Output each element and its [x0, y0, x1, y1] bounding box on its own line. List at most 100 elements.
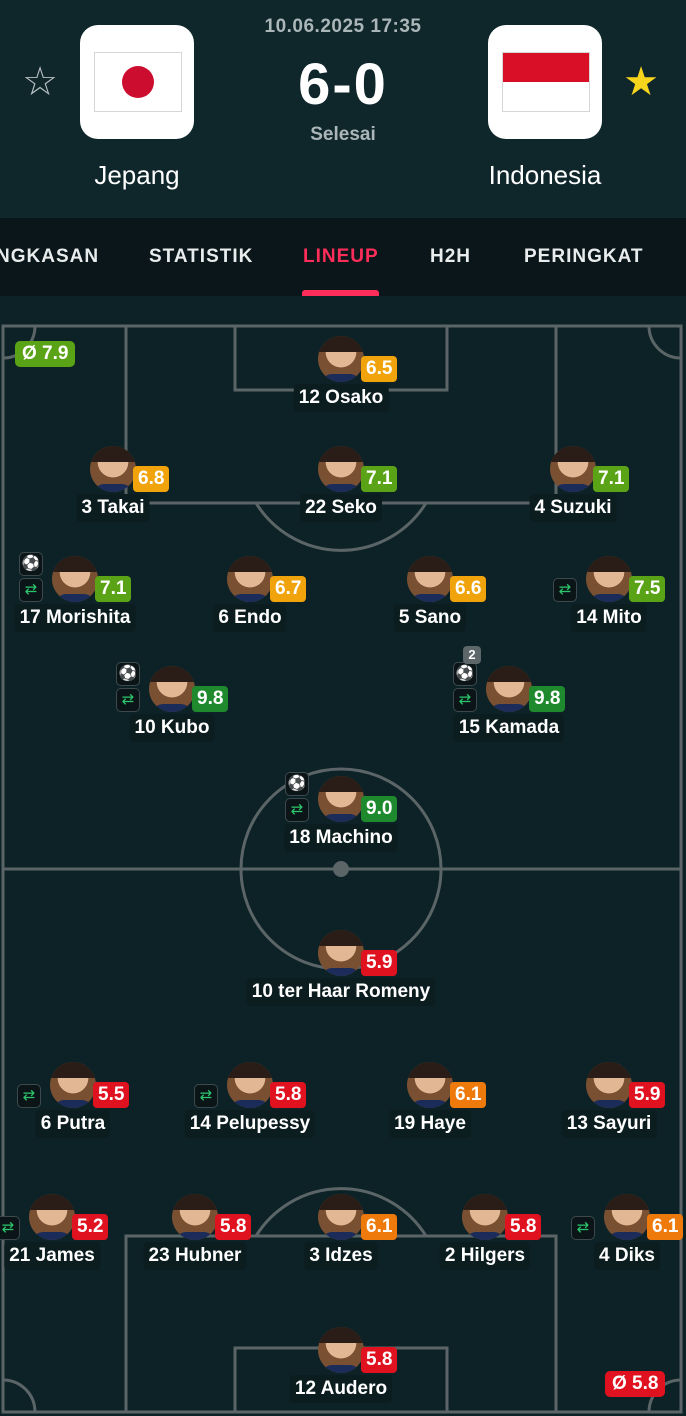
player-rating-badge: 6.1	[647, 1214, 684, 1240]
player-avatar[interactable]	[586, 1062, 632, 1108]
avatar-hair	[318, 1194, 364, 1210]
avatar-shirt	[176, 1232, 214, 1240]
player-avatar[interactable]	[29, 1194, 75, 1240]
player-name-label[interactable]: 13 Sayuri	[561, 1110, 657, 1138]
player-name-label[interactable]: 19 Haye	[389, 1110, 471, 1138]
avatar-hair	[586, 1062, 632, 1078]
player-avatar[interactable]	[462, 1194, 508, 1240]
player-name-label[interactable]: 23 Hubner	[143, 1242, 247, 1270]
player-avatar[interactable]	[318, 776, 364, 822]
team-name-home[interactable]: Jepang	[80, 158, 194, 192]
player-avatar[interactable]	[318, 1327, 364, 1373]
avatar-shirt	[411, 594, 449, 602]
player-avatar[interactable]	[149, 666, 195, 712]
avatar-shirt	[322, 968, 360, 976]
avatar-shirt	[322, 1232, 360, 1240]
tab-standings[interactable]: PERINGKAT	[524, 246, 643, 268]
player-avatar[interactable]	[52, 556, 98, 602]
player-name-label[interactable]: 15 Kamada	[453, 714, 565, 742]
player-avatar[interactable]	[227, 1062, 273, 1108]
player-rating-badge: 5.8	[505, 1214, 542, 1240]
team-logo-away[interactable]	[488, 25, 602, 139]
avatar-shirt	[94, 484, 132, 492]
player-avatar[interactable]	[90, 446, 136, 492]
player-avatar[interactable]	[407, 556, 453, 602]
avatar-shirt	[608, 1232, 646, 1240]
player-name-label[interactable]: 4 Diks	[594, 1242, 660, 1270]
player-name-label[interactable]: 2 Hilgers	[439, 1242, 531, 1270]
player-avatar[interactable]	[318, 930, 364, 976]
avatar-shirt	[322, 374, 360, 382]
goal-icon: ⚽	[116, 662, 140, 686]
player-avatar[interactable]	[318, 446, 364, 492]
avatar-shirt	[554, 484, 592, 492]
player-name-label[interactable]: 14 Mito	[571, 604, 647, 632]
player-name-label[interactable]: 10 Kubo	[129, 714, 215, 742]
tab-lineup[interactable]: LINEUP	[303, 246, 379, 268]
avatar-shirt	[231, 594, 269, 602]
avatar-shirt	[590, 1100, 628, 1108]
avatar-shirt	[466, 1232, 504, 1240]
player-name-label[interactable]: 10 ter Haar Romeny	[246, 978, 436, 1006]
player-rating-badge: 5.8	[361, 1347, 398, 1373]
player-avatar[interactable]	[172, 1194, 218, 1240]
player-name-label[interactable]: 17 Morishita	[14, 604, 136, 632]
favorite-star-icon-away[interactable]: ★	[621, 62, 661, 102]
avatar-hair	[29, 1194, 75, 1210]
goal-icon: ⚽	[285, 772, 309, 796]
player-avatar[interactable]	[50, 1062, 96, 1108]
player-name-label[interactable]: 21 James	[4, 1242, 100, 1270]
player-name-label[interactable]: 22 Seko	[300, 494, 382, 522]
player-rating-badge: 5.9	[629, 1082, 666, 1108]
player-name-label[interactable]: 18 Machino	[284, 824, 398, 852]
player-name-label[interactable]: 12 Osako	[293, 384, 389, 412]
avatar-hair	[149, 666, 195, 682]
lineup-pitch: Ø 7.9 Ø 5.8 6.5 12 Osako 6.8 3 Takai 7.1 22 S…	[0, 296, 686, 1416]
player-name-label[interactable]: 14 Pelupessy	[184, 1110, 316, 1138]
player-name-label[interactable]: 3 Idzes	[304, 1242, 378, 1270]
substitution-icon: ⇄	[571, 1216, 595, 1240]
player-avatar[interactable]	[486, 666, 532, 712]
player-name-label[interactable]: 3 Takai	[76, 494, 150, 522]
player-rating-badge: 9.0	[361, 796, 398, 822]
player-rating-badge: 7.5	[629, 576, 666, 602]
avatar-shirt	[231, 1100, 269, 1108]
player-avatar[interactable]	[604, 1194, 650, 1240]
avatar-shirt	[56, 594, 94, 602]
player-avatar[interactable]	[318, 1194, 364, 1240]
avatar-hair	[172, 1194, 218, 1210]
player-avatar[interactable]	[407, 1062, 453, 1108]
avatar-shirt	[322, 484, 360, 492]
avatar-hair	[318, 446, 364, 462]
avatar-hair	[586, 556, 632, 572]
tab-summary[interactable]: NGKASAN	[0, 246, 99, 268]
avatar-hair	[90, 446, 136, 462]
home-average-rating: Ø 7.9	[15, 341, 76, 367]
avatar-shirt	[490, 704, 528, 712]
player-name-label[interactable]: 6 Endo	[213, 604, 287, 632]
player-rating-badge: 6.1	[361, 1214, 398, 1240]
player-name-label[interactable]: 4 Suzuki	[529, 494, 617, 522]
player-rating-badge: 6.7	[270, 576, 307, 602]
substitution-icon: ⇄	[194, 1084, 218, 1108]
substitution-icon: ⇄	[285, 798, 309, 822]
player-rating-badge: 6.6	[450, 576, 487, 602]
player-avatar[interactable]	[227, 556, 273, 602]
team-name-away[interactable]: Indonesia	[465, 158, 625, 192]
avatar-shirt	[54, 1100, 92, 1108]
tab-statistics[interactable]: STATISTIK	[149, 246, 253, 268]
avatar-hair	[486, 666, 532, 682]
player-avatar[interactable]	[550, 446, 596, 492]
goal-icon: ⚽	[453, 662, 477, 686]
tab-h2h[interactable]: H2H	[430, 246, 471, 268]
player-rating-badge: 6.8	[133, 466, 170, 492]
player-name-label[interactable]: 6 Putra	[35, 1110, 111, 1138]
avatar-hair	[318, 930, 364, 946]
avatar-shirt	[33, 1232, 71, 1240]
player-name-label[interactable]: 5 Sano	[393, 604, 467, 632]
avatar-hair	[407, 1062, 453, 1078]
player-avatar[interactable]	[586, 556, 632, 602]
substitution-icon: ⇄	[453, 688, 477, 712]
player-avatar[interactable]	[318, 336, 364, 382]
player-name-label[interactable]: 12 Audero	[289, 1375, 393, 1403]
